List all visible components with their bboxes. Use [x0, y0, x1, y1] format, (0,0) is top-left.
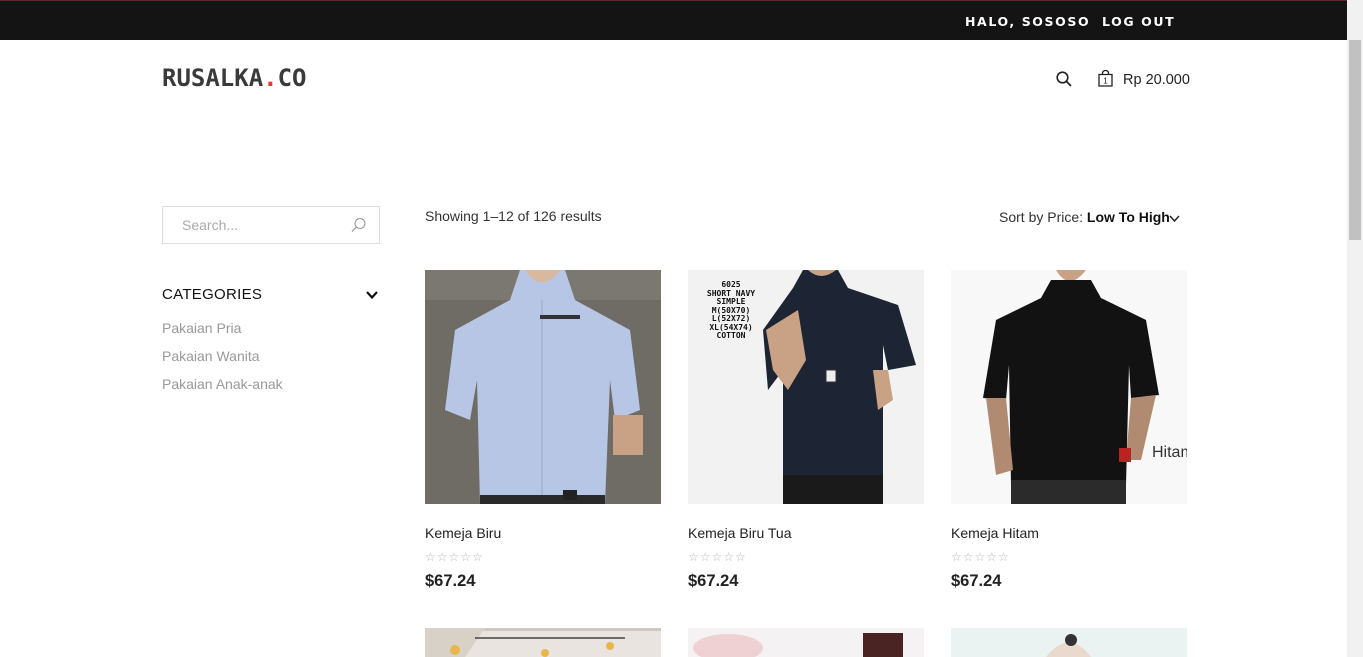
- shirt-photo-black: [951, 270, 1187, 504]
- category-pakaian-anak-anak[interactable]: Pakaian Anak-anak: [162, 376, 283, 392]
- cart-count: 1: [1103, 77, 1108, 86]
- sort-value: Low To High: [1086, 209, 1170, 225]
- sort-dropdown[interactable]: Sort by Price: Low To High: [999, 209, 1170, 225]
- product-name[interactable]: Kemeja Biru: [425, 525, 501, 541]
- product-image[interactable]: [688, 628, 924, 657]
- shirt-photo-blue: [425, 270, 661, 504]
- product-photo-partial: [951, 628, 1187, 657]
- product-photo-partial: [688, 628, 924, 657]
- product-image[interactable]: [425, 628, 661, 657]
- rating-stars-icon: ☆☆☆☆☆: [951, 550, 1010, 564]
- greeting-link[interactable]: HALO, SOSOSO: [965, 14, 1090, 29]
- product-card[interactable]: Hitam Kemeja Hitam ☆☆☆☆☆ $67.24: [951, 270, 1187, 590]
- product-image[interactable]: [951, 628, 1187, 657]
- scrollbar-thumb[interactable]: [1349, 40, 1361, 240]
- product-price: $67.24: [425, 572, 476, 590]
- product-image[interactable]: 6025 SHORT NAVY SIMPLE M(50X70) L(52X72)…: [688, 270, 924, 504]
- rating-stars-icon: ☆☆☆☆☆: [425, 550, 484, 564]
- sort-label: Sort by Price:: [999, 209, 1084, 225]
- categories-title: CATEGORIES: [162, 286, 263, 303]
- page-scrollbar[interactable]: [1347, 0, 1363, 657]
- product-name[interactable]: Kemeja Biru Tua: [688, 525, 792, 541]
- logo-name: RUSALKA: [162, 64, 264, 92]
- rating-stars-icon: ☆☆☆☆☆: [688, 550, 747, 564]
- overlay-line: COTTON: [716, 331, 746, 340]
- product-photo-partial: [425, 628, 661, 657]
- product-image[interactable]: Hitam: [951, 270, 1187, 504]
- product-card[interactable]: 6025 SHORT NAVY SIMPLE M(50X70) L(52X72)…: [688, 270, 924, 590]
- site-logo[interactable]: RUSALKA.CO: [162, 64, 307, 92]
- category-pakaian-wanita[interactable]: Pakaian Wanita: [162, 348, 260, 364]
- cart-bag-icon[interactable]: 1: [1098, 70, 1113, 87]
- chevron-down-icon[interactable]: [365, 289, 379, 301]
- product-image[interactable]: [425, 270, 661, 504]
- logout-link[interactable]: LOG OUT: [1102, 14, 1175, 29]
- top-bar: HALO, SOSOSO LOG OUT: [0, 0, 1347, 40]
- product-price: $67.24: [951, 572, 1002, 590]
- product-overlay-text: 6025 SHORT NAVY SIMPLE M(50X70) L(52X72)…: [700, 280, 762, 341]
- search-icon[interactable]: [1056, 71, 1072, 87]
- category-pakaian-pria[interactable]: Pakaian Pria: [162, 320, 241, 336]
- product-overlay-label: Hitam: [1152, 444, 1187, 461]
- product-card[interactable]: Kemeja Biru ☆☆☆☆☆ $67.24: [425, 270, 661, 590]
- cart-total[interactable]: Rp 20.000: [1123, 72, 1190, 88]
- logo-suffix: CO: [277, 64, 307, 92]
- logo-dot: .: [263, 64, 278, 92]
- results-count: Showing 1–12 of 126 results: [425, 208, 602, 224]
- product-price: $67.24: [688, 572, 739, 590]
- sidebar-search-box: [162, 206, 380, 244]
- chevron-down-icon[interactable]: [1169, 214, 1180, 223]
- product-name[interactable]: Kemeja Hitam: [951, 525, 1039, 541]
- search-icon[interactable]: [351, 217, 367, 233]
- sidebar-search-input[interactable]: [180, 216, 344, 234]
